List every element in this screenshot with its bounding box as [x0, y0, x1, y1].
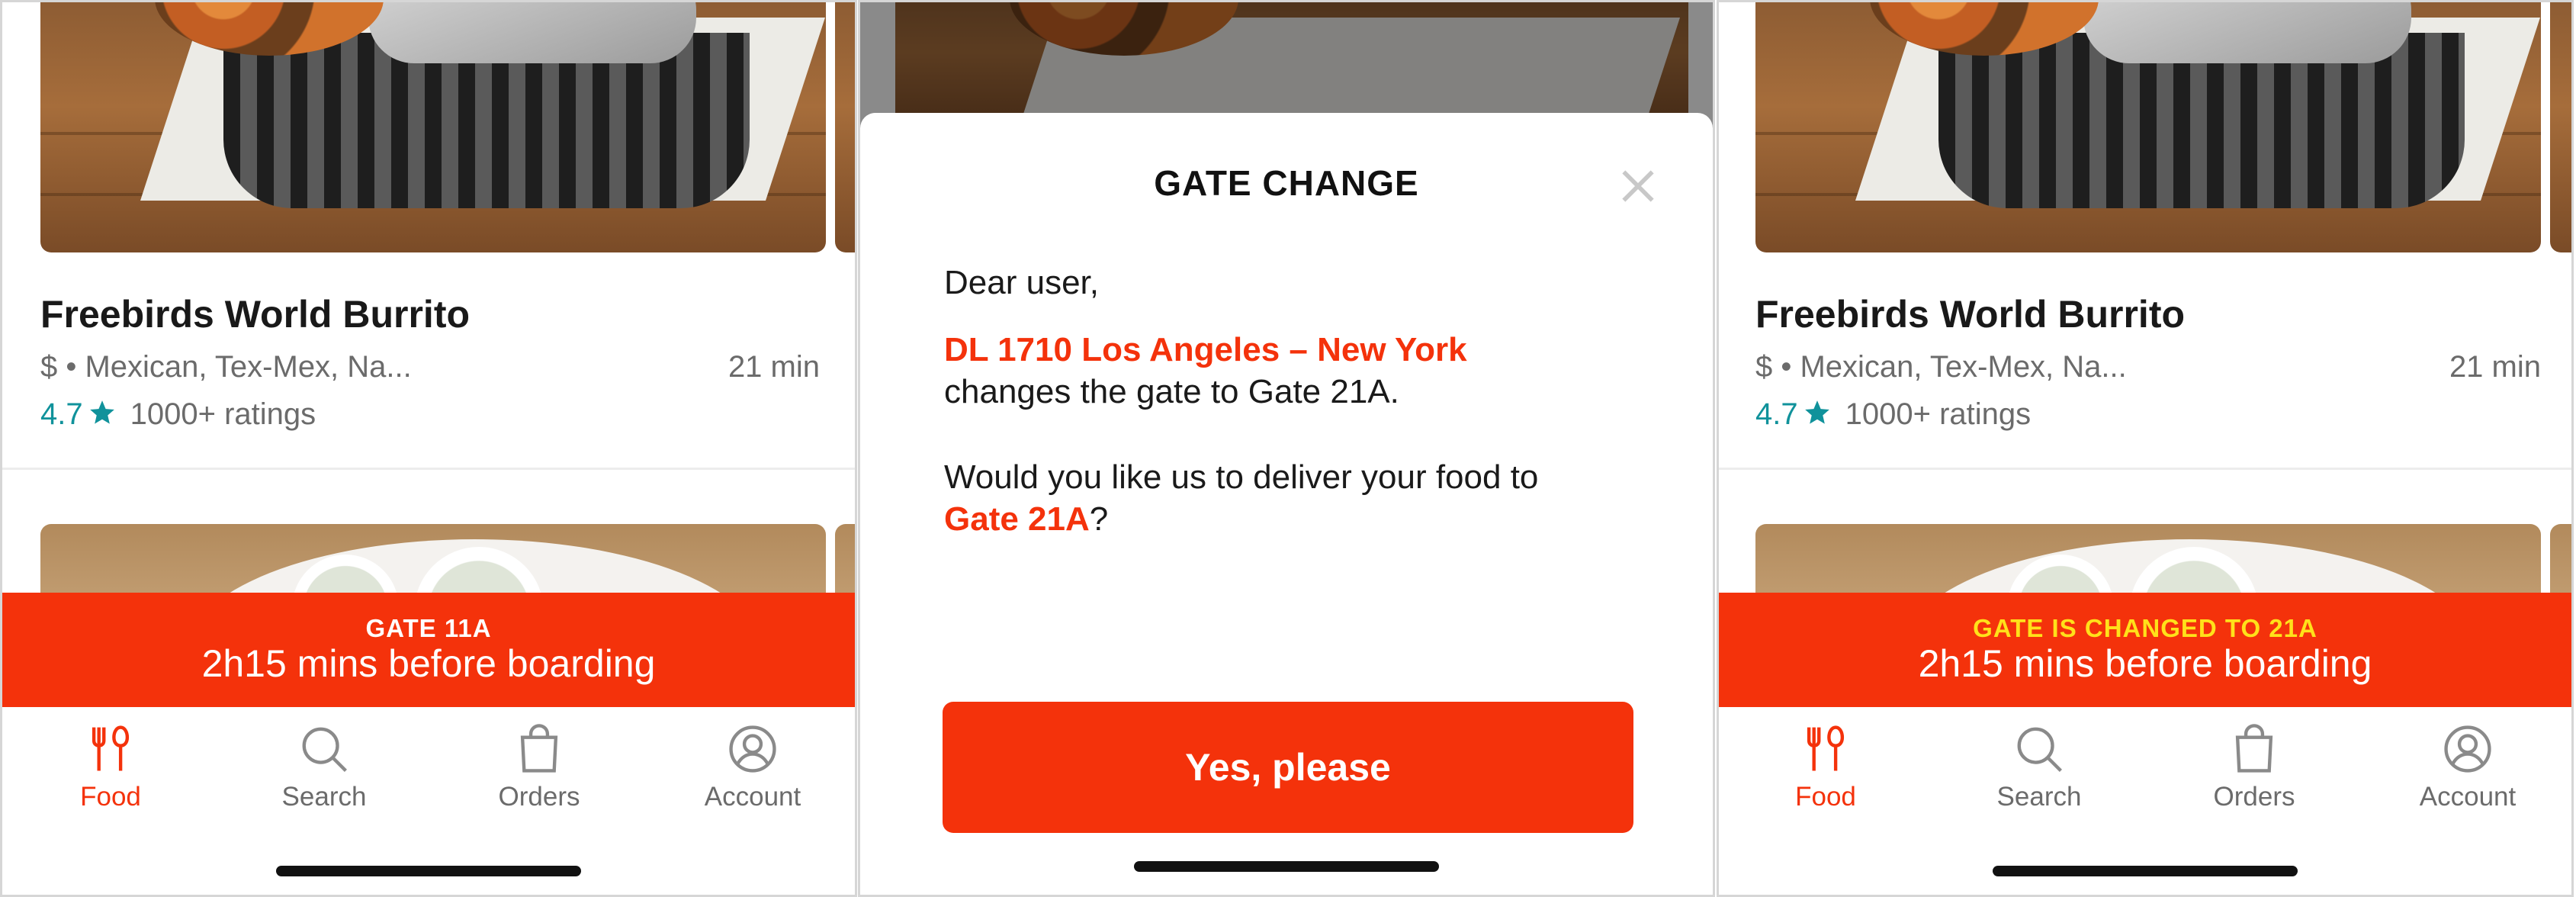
gate-change-text: changes the gate to Gate 21A. — [944, 373, 1399, 410]
star-icon — [1804, 400, 1829, 424]
home-indicator — [1134, 861, 1439, 872]
flight-info: DL 1710 Los Angeles – New York — [944, 331, 1467, 368]
search-icon — [302, 727, 347, 772]
star-icon — [89, 400, 114, 424]
tab-orders[interactable]: Orders — [2178, 722, 2330, 812]
home-indicator — [276, 866, 581, 876]
home-indicator — [1993, 866, 2298, 876]
gate-change-dialog: GATE CHANGE Dear user, DL 1710 Los Angel… — [860, 113, 1713, 895]
new-gate-line: Gate 21A? — [944, 498, 1108, 541]
restaurant-name[interactable]: Freebirds World Burrito — [40, 292, 470, 336]
restaurant-photo[interactable] — [40, 2, 826, 252]
question-mark: ? — [1089, 500, 1109, 538]
ratings-count: 1000+ ratings — [1845, 397, 2032, 431]
delivery-time: 21 min — [2449, 350, 2541, 384]
dialog-title: GATE CHANGE — [1154, 163, 1419, 203]
restaurant-photo-edge[interactable] — [2550, 2, 2571, 252]
shopping-bag-icon — [2235, 724, 2273, 773]
user-circle-icon — [2444, 725, 2491, 773]
screen-before-gate-change: Freebirds World Burrito $ • Mexican, Tex… — [0, 0, 857, 897]
restaurant-photo-edge[interactable] — [835, 2, 855, 252]
boarding-countdown: 2h15 mins before boarding — [1918, 642, 2372, 685]
restaurant-name[interactable]: Freebirds World Burrito — [1755, 292, 2185, 336]
gate-label: GATE 11A — [365, 614, 492, 642]
tab-label-account: Account — [704, 782, 801, 812]
tab-search[interactable]: Search — [1963, 722, 2115, 812]
tab-account[interactable]: Account — [2391, 722, 2544, 812]
rating-value: 4.7 — [1755, 397, 1798, 431]
divider — [1719, 468, 2571, 470]
tab-label-food: Food — [1795, 782, 1856, 812]
tab-label-food: Food — [80, 782, 141, 812]
restaurant-rating: 4.7 1000+ ratings — [40, 397, 316, 432]
screen-after-gate-change: Freebirds World Burrito $ • Mexican, Tex… — [1717, 0, 2574, 897]
restaurant-rating: 4.7 1000+ ratings — [1755, 397, 2031, 432]
tab-label-account: Account — [2419, 782, 2517, 812]
user-circle-icon — [729, 725, 776, 773]
screen-gate-change-modal: GATE CHANGE Dear user, DL 1710 Los Angel… — [858, 0, 1715, 897]
dialog-greeting: Dear user, — [944, 264, 1099, 301]
confirm-button[interactable]: Yes, please — [943, 702, 1633, 833]
close-icon[interactable] — [1617, 165, 1659, 207]
tab-food[interactable]: Food — [34, 722, 187, 812]
fork-spoon-icon — [1807, 725, 1845, 771]
tab-food[interactable]: Food — [1749, 722, 1902, 812]
ratings-count: 1000+ ratings — [130, 397, 316, 431]
boarding-banner[interactable]: GATE 11A 2h15 mins before boarding — [2, 593, 855, 707]
delivery-question: Would you like us to deliver your food t… — [944, 458, 1539, 496]
new-gate: Gate 21A — [944, 500, 1090, 538]
delivery-time: 21 min — [728, 350, 820, 384]
tab-bar: Food Search Orders Account — [1719, 707, 2571, 895]
rating-value: 4.7 — [40, 397, 83, 431]
search-icon — [2017, 727, 2062, 772]
tab-label-search: Search — [1996, 782, 2082, 812]
restaurant-meta: $ • Mexican, Tex-Mex, Na... — [1755, 350, 2127, 384]
tab-label-orders: Orders — [2213, 782, 2295, 812]
boarding-banner[interactable]: GATE IS CHANGED TO 21A 2h15 mins before … — [1719, 593, 2571, 707]
fork-spoon-icon — [92, 725, 130, 771]
tab-bar: Food Search Orders Account — [2, 707, 855, 895]
divider — [2, 468, 855, 470]
tab-search[interactable]: Search — [248, 722, 400, 812]
shopping-bag-icon — [520, 724, 558, 773]
gate-changed-label: GATE IS CHANGED TO 21A — [1973, 614, 2317, 642]
restaurant-photo[interactable] — [1755, 2, 2541, 252]
tab-orders[interactable]: Orders — [463, 722, 615, 812]
tab-label-search: Search — [281, 782, 367, 812]
tab-label-orders: Orders — [498, 782, 580, 812]
tab-account[interactable]: Account — [676, 722, 829, 812]
restaurant-meta: $ • Mexican, Tex-Mex, Na... — [40, 350, 412, 384]
boarding-countdown: 2h15 mins before boarding — [201, 642, 656, 685]
